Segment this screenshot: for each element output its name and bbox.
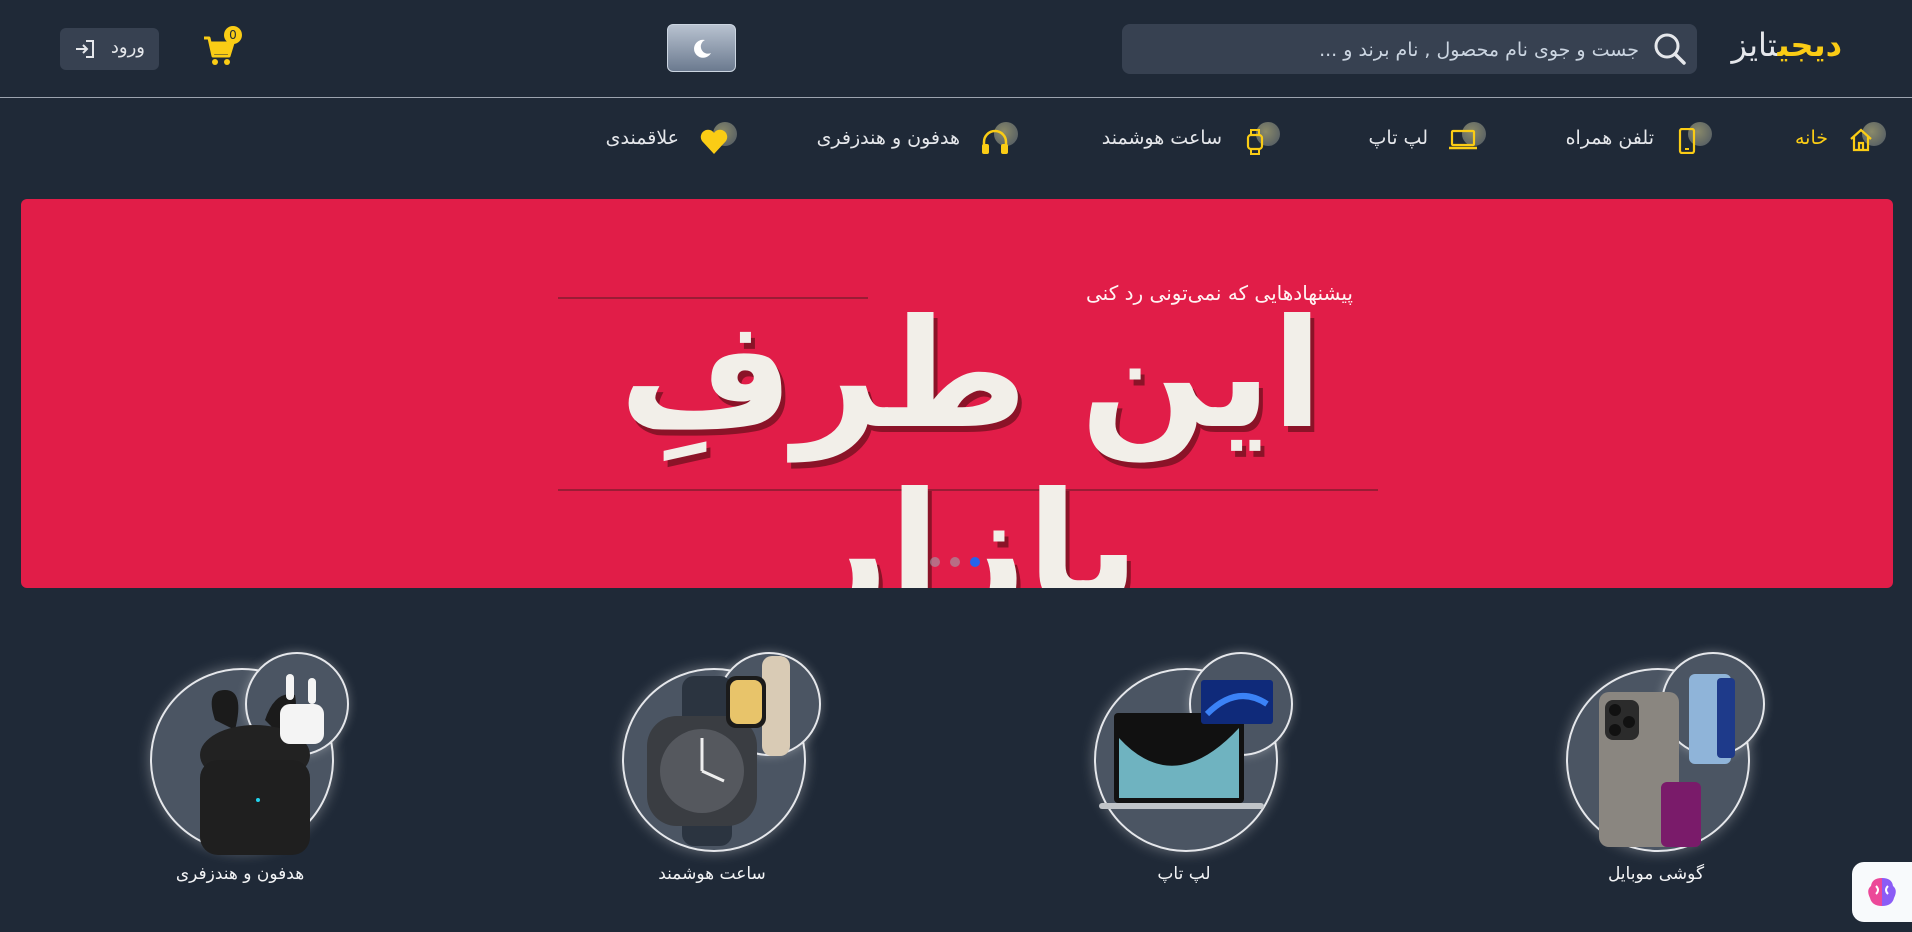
category-label: ساعت هوشمند (658, 864, 766, 884)
nav-item-headphones[interactable]: هدفون و هندزفری (817, 120, 1018, 156)
slider-dot-active[interactable] (970, 557, 980, 567)
category-laptop[interactable]: لپ تاپ (1074, 652, 1294, 892)
nav-item-home[interactable]: خانه (1795, 120, 1886, 156)
category-mobile[interactable]: گوشی موبایل (1546, 652, 1766, 892)
login-icon (76, 40, 94, 58)
laptop-icon (1442, 120, 1486, 156)
promo-banner[interactable]: پیشنهادهایی که نمی‌تونی رد کنی این طرفِ … (21, 199, 1893, 588)
laptop-blue-icon (1201, 680, 1273, 724)
category-headphones[interactable]: هدفون و هندزفری (130, 652, 350, 892)
logo-text-accent: دیجی (1777, 26, 1842, 64)
assistant-button[interactable] (1852, 862, 1912, 922)
phone-icon (1668, 120, 1712, 156)
category-label: لپ تاپ (1157, 864, 1211, 884)
nav-item-favorites[interactable]: علاقمندی (606, 120, 737, 156)
nav-label: هدفون و هندزفری (816, 127, 960, 149)
airpods-icon (280, 674, 324, 744)
cart-button[interactable]: 0 (203, 26, 243, 68)
nav-item-laptop[interactable]: لپ تاپ (1369, 120, 1486, 156)
slider-dot[interactable] (950, 557, 960, 567)
phone-blue-icon (1689, 674, 1735, 764)
header: دیجیتایز 0 ورود (0, 0, 1912, 98)
nav-item-phone[interactable]: تلفن همراه (1566, 120, 1712, 156)
banner-headline: این طرفِ بازار (619, 288, 1327, 588)
brain-icon (1868, 878, 1896, 906)
site-logo[interactable]: دیجیتایز (1731, 26, 1842, 64)
search-icon[interactable] (1651, 30, 1689, 68)
nav-label: خانه (1794, 127, 1828, 149)
watch-beige-icon (726, 656, 790, 756)
nav-label: لپ تاپ (1368, 127, 1428, 149)
nav-label: علاقمندی (605, 127, 679, 149)
slider-dot[interactable] (930, 557, 940, 567)
headphones-icon (974, 120, 1018, 156)
home-icon (1842, 120, 1886, 156)
category-label: گوشی موبایل (1607, 864, 1705, 884)
category-label: هدفون و هندزفری (175, 864, 305, 884)
nav-item-smartwatch[interactable]: ساعت هوشمند (1102, 120, 1280, 156)
login-label: ورود (110, 37, 145, 58)
moon-icon (694, 39, 711, 58)
login-button[interactable]: ورود (60, 28, 159, 70)
category-smartwatch[interactable]: ساعت هوشمند (602, 652, 822, 892)
search-bar[interactable] (1122, 24, 1697, 76)
heart-icon (693, 120, 737, 156)
logo-text: تایز (1731, 26, 1778, 64)
search-input[interactable] (1137, 24, 1641, 76)
slider-dots (930, 557, 990, 567)
watch-icon (1236, 120, 1280, 156)
main-nav: خانه تلفن همراه لپ تاپ ساعت هوشمند هدفون… (0, 98, 1912, 176)
cart-count-badge: 0 (224, 26, 242, 44)
dark-mode-toggle[interactable] (667, 24, 736, 72)
nav-label: تلفن همراه (1565, 127, 1654, 149)
nav-label: ساعت هوشمند (1101, 127, 1222, 149)
